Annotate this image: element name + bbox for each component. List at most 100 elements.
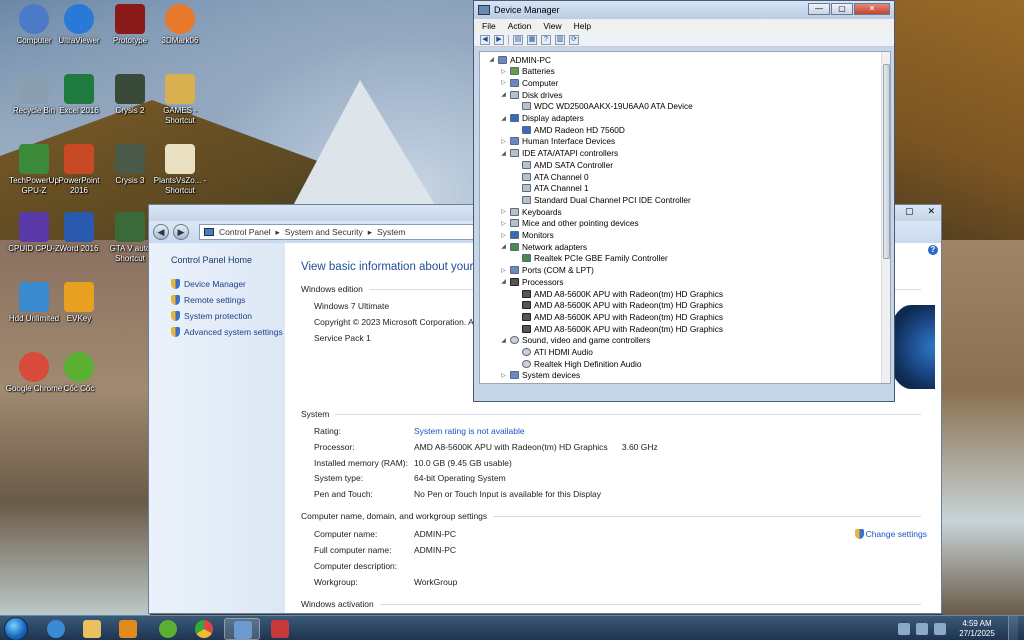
collapse-icon[interactable]: ◢ — [488, 56, 495, 63]
device-item[interactable]: ATA Channel 1 — [512, 183, 589, 194]
menu-help[interactable]: Help — [574, 21, 591, 31]
device-label: Sound, video and game controllers — [522, 335, 651, 346]
sidebar-item-system-protection[interactable]: System protection — [171, 311, 285, 321]
minimize-button[interactable]: — — [808, 3, 830, 15]
help-icon[interactable]: ? — [541, 34, 551, 45]
device-item[interactable]: Realtek High Definition Audio — [512, 358, 641, 369]
sidebar-item-device-manager[interactable]: Device Manager — [171, 279, 285, 289]
update-driver-icon[interactable]: ▥ — [555, 34, 565, 45]
change-settings-link[interactable]: Change settings — [854, 529, 927, 539]
device-item[interactable]: AMD A8-5600K APU with Radeon(tm) HD Grap… — [512, 311, 723, 322]
close-button[interactable]: ✕ — [854, 3, 890, 15]
device-category[interactable]: ▷ Keyboards — [500, 206, 561, 217]
device-category[interactable]: ▷ System devices — [500, 370, 580, 381]
taskbar-chrome[interactable] — [186, 618, 222, 640]
control-panel-home-link[interactable]: Control Panel Home — [171, 255, 285, 265]
device-category[interactable]: ▷ Human Interface Devices — [500, 136, 615, 147]
expand-icon[interactable]: ▷ — [500, 138, 507, 145]
device-label: Human Interface Devices — [522, 136, 616, 147]
device-category[interactable]: ◢ Display adapters — [500, 113, 584, 124]
network-icon[interactable] — [916, 622, 928, 635]
clock[interactable]: 4:59 AM 27/1/2025 — [952, 619, 1002, 639]
collapse-icon[interactable]: ◢ — [500, 150, 507, 157]
properties-icon[interactable]: ▦ — [527, 34, 537, 45]
close-button[interactable]: ✕ — [927, 206, 935, 217]
taskbar-internet-explorer[interactable] — [38, 618, 74, 640]
system-rating-link[interactable]: System rating is not available — [414, 426, 525, 436]
expand-icon[interactable]: ▷ — [500, 267, 507, 274]
device-category[interactable]: ◢ IDE ATA/ATAPI controllers — [500, 148, 618, 159]
desktop-icon-label: Cốc Cốc — [63, 384, 95, 393]
taskbar-media-player[interactable] — [110, 618, 146, 640]
collapse-icon[interactable]: ◢ — [500, 115, 507, 122]
device-category[interactable]: ▷ Batteries — [500, 66, 555, 77]
desktop-icon[interactable]: 3DMark06 — [150, 4, 210, 46]
menu-view[interactable]: View — [543, 21, 561, 31]
collapse-icon[interactable]: ◢ — [500, 91, 507, 98]
forward-icon[interactable]: ▶ — [494, 34, 504, 45]
device-category[interactable]: ◢ Disk drives — [500, 89, 562, 100]
language-icon[interactable] — [898, 622, 910, 635]
device-category[interactable]: ◢ Sound, video and game controllers — [500, 335, 650, 346]
device-manager-titlebar[interactable]: Device Manager — ▢ ✕ — [474, 1, 894, 19]
device-item[interactable]: AMD A8-5600K APU with Radeon(tm) HD Grap… — [512, 300, 723, 311]
device-item[interactable]: Standard Dual Channel PCI IDE Controller — [512, 194, 691, 205]
breadcrumb-control-panel[interactable]: Control Panel — [219, 227, 271, 237]
taskbar-device-manager[interactable] — [262, 618, 298, 640]
desktop-icon[interactable]: Cốc Cốc — [49, 352, 109, 394]
forward-button[interactable]: ▶ — [173, 224, 189, 240]
menu-action[interactable]: Action — [508, 21, 532, 31]
expand-icon[interactable]: ▷ — [500, 220, 507, 227]
scrollbar-thumb[interactable] — [883, 64, 890, 259]
maximize-button[interactable]: ▢ — [905, 206, 914, 217]
device-item[interactable]: ATI HDMI Audio — [512, 347, 593, 358]
expand-icon[interactable]: ▷ — [500, 68, 507, 75]
device-category[interactable]: ▷ Monitors — [500, 230, 554, 241]
collapse-icon[interactable]: ◢ — [500, 337, 507, 344]
desktop-icon[interactable]: EVKey — [49, 282, 109, 324]
collapse-icon[interactable]: ◢ — [500, 278, 507, 285]
breadcrumb-system[interactable]: System — [377, 227, 405, 237]
expand-icon[interactable]: ▷ — [500, 232, 507, 239]
volume-icon[interactable] — [934, 622, 946, 635]
device-item[interactable]: AMD Radeon HD 7560D — [512, 124, 625, 135]
help-icon[interactable]: ? — [928, 245, 938, 255]
expand-icon[interactable]: ▷ — [500, 208, 507, 215]
sidebar-item-remote-settings[interactable]: Remote settings — [171, 295, 285, 305]
device-item[interactable]: AMD SATA Controller — [512, 159, 613, 170]
show-hide-tree-icon[interactable]: ▤ — [513, 34, 523, 45]
back-icon[interactable]: ◀ — [480, 34, 490, 45]
desktop-icon[interactable]: GAMES - Shortcut — [150, 74, 210, 126]
menu-file[interactable]: File — [482, 21, 496, 31]
show-desktop-button[interactable] — [1008, 616, 1018, 640]
collapse-icon[interactable]: ◢ — [500, 243, 507, 250]
address-bar[interactable]: Control Panel ▸ System and Security ▸ Sy… — [199, 224, 499, 240]
device-category[interactable]: ◢ Network adapters — [500, 241, 587, 252]
start-button[interactable] — [4, 617, 28, 640]
device-category[interactable]: ▷ Computer — [500, 77, 558, 88]
device-item[interactable]: WDC WD2500AAKX-19U6AA0 ATA Device — [512, 101, 693, 112]
device-category[interactable]: ◢ Processors — [500, 276, 563, 287]
device-category[interactable]: ▷ Mice and other pointing devices — [500, 218, 639, 229]
sidebar-item-advanced-settings[interactable]: Advanced system settings — [171, 327, 285, 337]
back-button[interactable]: ◀ — [153, 224, 169, 240]
section-header: System — [301, 409, 336, 419]
scan-hardware-icon[interactable]: ⟳ — [569, 34, 579, 45]
device-item[interactable]: ATA Channel 0 — [512, 171, 589, 182]
expand-icon[interactable]: ▷ — [500, 79, 507, 86]
maximize-button[interactable]: ▢ — [831, 3, 853, 15]
desktop-icon[interactable]: PlantsVsZo... - Shortcut — [150, 144, 210, 196]
device-item[interactable]: AMD A8-5600K APU with Radeon(tm) HD Grap… — [512, 288, 723, 299]
device-item[interactable]: Realtek PCIe GBE Family Controller — [512, 253, 668, 264]
tree-scrollbar[interactable] — [881, 52, 890, 383]
taskbar-control-panel[interactable] — [224, 618, 260, 640]
system-tray: 4:59 AM 27/1/2025 — [898, 616, 1024, 640]
device-category[interactable]: ▷ Ports (COM & LPT) — [500, 265, 594, 276]
taskbar-coccoc[interactable] — [150, 618, 186, 640]
breadcrumb-system-security[interactable]: System and Security — [285, 227, 363, 237]
computer-name-row: Computer name: ADMIN-PC — [314, 529, 456, 539]
device-item[interactable]: AMD A8-5600K APU with Radeon(tm) HD Grap… — [512, 323, 723, 334]
computer-root[interactable]: ◢ ADMIN-PC — [488, 54, 551, 65]
taskbar-explorer[interactable] — [74, 618, 110, 640]
expand-icon[interactable]: ▷ — [500, 372, 507, 379]
